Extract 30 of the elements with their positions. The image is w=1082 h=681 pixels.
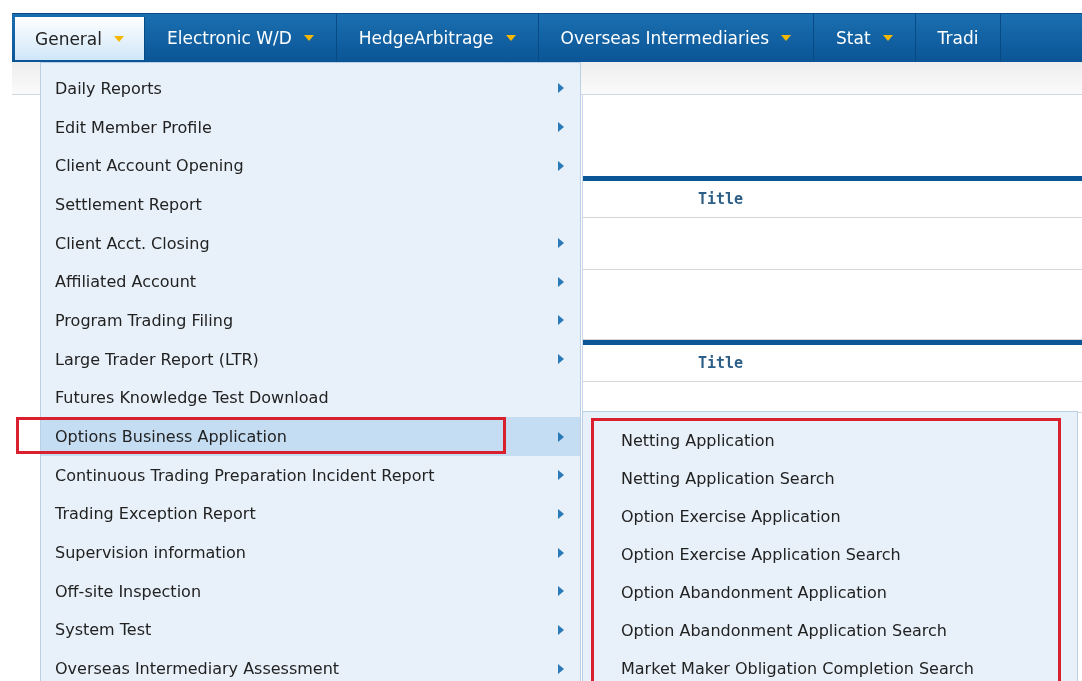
menu-item[interactable]: Daily Reports	[41, 69, 580, 108]
submenu-item[interactable]: Market Maker Obligation Completion Search	[621, 649, 1058, 681]
menu-item[interactable]: Supervision information	[41, 533, 580, 572]
column-heading: Title	[698, 354, 744, 372]
caret-icon	[505, 35, 516, 41]
caret-icon	[882, 35, 893, 41]
menu-item[interactable]: Futures Knowledge Test Download	[41, 378, 580, 418]
submenu-item[interactable]: Option Exercise Application	[621, 497, 1058, 535]
submenu-item[interactable]: Option Abandonment Application	[621, 573, 1058, 611]
menu-item[interactable]: System Test	[41, 610, 580, 650]
menu-item[interactable]: Program Trading Filing	[41, 301, 580, 340]
menu-item[interactable]: Continuous Trading Preparation Incident Report	[41, 455, 580, 495]
caret-icon	[781, 35, 792, 41]
menu-item[interactable]: Client Acct. Closing	[41, 223, 580, 263]
column-heading: Title	[698, 190, 744, 208]
menu-item[interactable]: Affiliated Account	[41, 262, 580, 302]
submenu-item[interactable]: Option Exercise Application Search	[621, 535, 1058, 573]
submenu-item[interactable]: Netting Application Search	[621, 459, 1058, 497]
submenu-item[interactable]: Netting Application	[621, 421, 1058, 459]
menu-item[interactable]: Large Trader Report (LTR)	[41, 339, 580, 379]
caret-icon	[114, 35, 124, 42]
menu-item[interactable]: Settlement Report	[41, 185, 580, 224]
menu-item[interactable]: Off-site Inspection	[41, 571, 580, 611]
caret-icon	[303, 35, 314, 41]
menu-item[interactable]: Trading Exception Report	[41, 494, 580, 534]
menu-item[interactable]: Client Account Opening	[41, 146, 580, 186]
menu-item[interactable]: Edit Member Profile	[41, 107, 580, 147]
menu-tab[interactable]: General	[15, 17, 145, 60]
menu-item[interactable]: Overseas Intermediary Assessment	[41, 649, 580, 681]
submenu-item[interactable]: Option Abandonment Application Search	[621, 611, 1058, 649]
